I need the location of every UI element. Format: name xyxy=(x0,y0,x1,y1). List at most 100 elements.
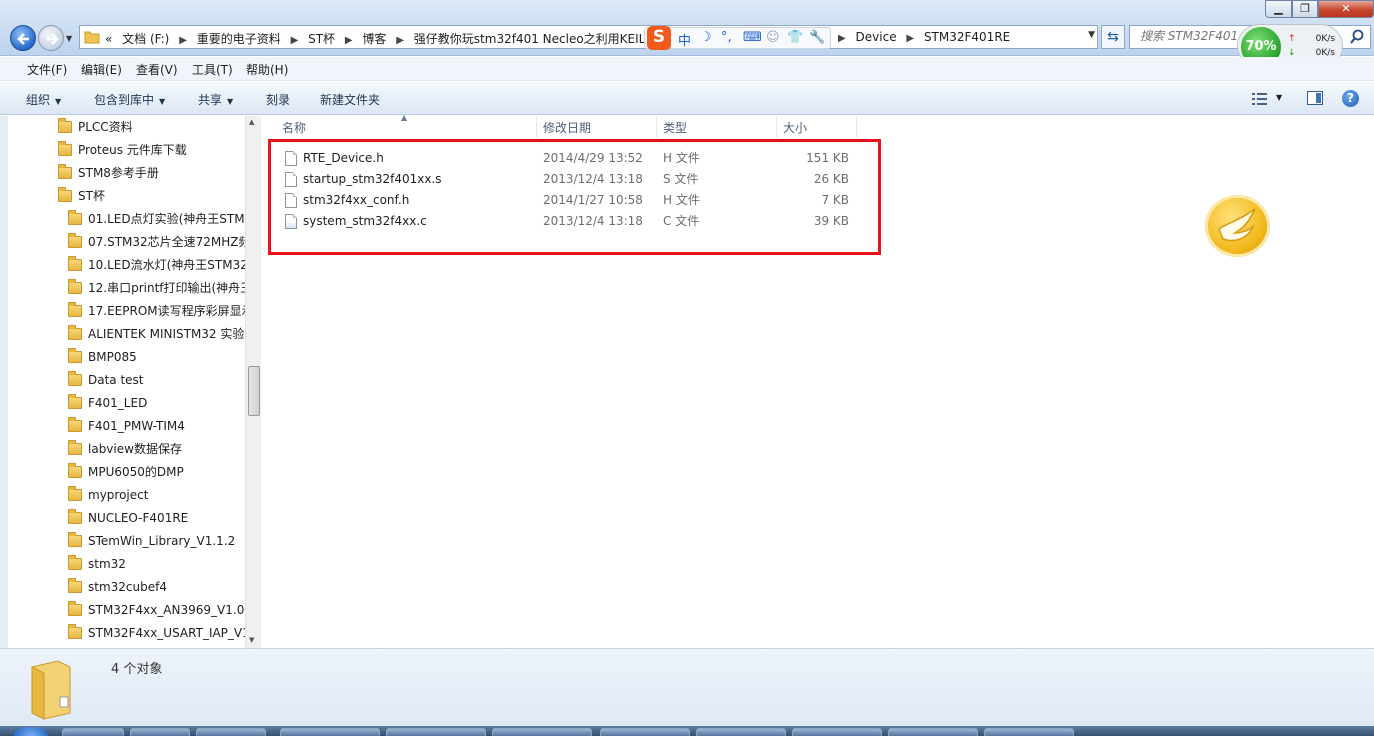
nav-tree-item[interactable]: Proteus 元件库下载 xyxy=(58,141,187,159)
sogou-logo-icon[interactable]: S xyxy=(647,26,671,50)
highlight-annotation xyxy=(268,139,881,255)
folder-icon xyxy=(68,302,82,317)
nav-tree-item[interactable]: PLCC资料 xyxy=(58,118,133,136)
taskbar-app-button[interactable] xyxy=(792,728,882,736)
nav-tree-item[interactable]: 10.LED流水灯(神舟王STM32 xyxy=(68,256,248,274)
taskbar-app-button[interactable] xyxy=(386,728,486,736)
ime-chinese-mode[interactable]: 中 xyxy=(678,30,691,49)
nav-tree-item[interactable]: F401_PMW-TIM4 xyxy=(68,417,185,435)
view-options-icon[interactable] xyxy=(1252,93,1268,105)
help-icon[interactable]: ? xyxy=(1342,90,1359,107)
nav-tree-item[interactable]: myproject xyxy=(68,486,148,504)
column-header-type[interactable]: 类型 xyxy=(657,116,777,138)
breadcrumb-separator-icon[interactable]: ▶ xyxy=(345,35,353,46)
breadcrumb-item[interactable]: 重要的电子资料 xyxy=(197,30,281,47)
ime-skin-icon[interactable]: 👕 xyxy=(787,30,803,45)
search-icon[interactable] xyxy=(1349,29,1365,45)
breadcrumb-item[interactable]: 文档 (F:) xyxy=(122,30,169,47)
burn-button[interactable]: 刻录 xyxy=(266,91,290,108)
breadcrumb-separator-icon[interactable]: ▶ xyxy=(838,33,846,44)
address-bar[interactable]: « 文档 (F:) ▶ 重要的电子资料 ▶ ST杯 ▶ 博客 ▶ 强仔教你玩st… xyxy=(79,25,1098,49)
nav-scrollbar-thumb[interactable] xyxy=(248,366,260,416)
refresh-button[interactable]: ⇆ xyxy=(1101,25,1125,49)
taskbar-app-button[interactable] xyxy=(984,728,1074,736)
scroll-down-icon[interactable]: ▼ xyxy=(249,636,254,644)
nav-tree-item[interactable]: STM8参考手册 xyxy=(58,164,159,182)
organize-button[interactable]: 组织 ▼ xyxy=(26,91,61,108)
taskbar-app-button[interactable] xyxy=(492,728,592,736)
nav-tree-item[interactable]: BMP085 xyxy=(68,348,137,366)
nav-tree-item-label: ST杯 xyxy=(78,189,105,203)
breadcrumb-separator-icon[interactable]: ▶ xyxy=(396,35,404,46)
breadcrumb-separator-icon[interactable]: ▶ xyxy=(179,35,187,46)
folder-icon xyxy=(68,555,82,570)
column-header-size[interactable]: 大小 xyxy=(777,116,857,138)
taskbar-app-button[interactable] xyxy=(196,728,266,736)
nav-tree-item-label: STM8参考手册 xyxy=(78,166,159,180)
menu-tools[interactable]: 工具(T) xyxy=(192,61,233,78)
breadcrumb-separator-icon[interactable]: ▶ xyxy=(291,35,299,46)
view-dropdown-icon[interactable]: ▼ xyxy=(1276,93,1282,102)
taskbar-app-button[interactable] xyxy=(280,728,380,736)
ime-tools-icon[interactable]: 🔧 xyxy=(809,30,825,45)
nav-scrollbar[interactable]: ▲ ▼ xyxy=(245,116,261,648)
share-button[interactable]: 共享 ▼ xyxy=(198,91,233,108)
nav-tree-item[interactable]: 01.LED点灯实验(神舟王STM3 xyxy=(68,210,252,228)
breadcrumb-item[interactable]: 强仔教你玩stm32f401 Necleo之利用KEIL 5帮 xyxy=(414,30,669,47)
menu-edit[interactable]: 编辑(E) xyxy=(81,61,122,78)
scroll-up-icon[interactable]: ▲ xyxy=(249,118,254,126)
menu-bar: 文件(F) 编辑(E) 查看(V) 工具(T) 帮助(H) xyxy=(0,57,1374,81)
forward-button[interactable] xyxy=(38,25,64,51)
ime-halfwidth-icon[interactable]: ☽ xyxy=(700,30,712,45)
nav-tree-item[interactable]: STM32F4xx_AN3969_V1.0.0 xyxy=(68,601,256,619)
breadcrumb-overflow[interactable]: « xyxy=(105,32,112,46)
nav-tree-item[interactable]: STM32F4xx_USART_IAP_V1. xyxy=(68,624,254,642)
taskbar-app-button[interactable] xyxy=(888,728,978,736)
ime-punctuation-icon[interactable]: °, xyxy=(721,30,732,45)
taskbar-app-button[interactable] xyxy=(130,728,190,736)
nav-tree-item[interactable]: Data test xyxy=(68,371,144,389)
nav-tree-item[interactable]: F401_LED xyxy=(68,394,147,412)
start-button[interactable] xyxy=(14,727,48,736)
breadcrumb-item[interactable]: STM32F401RE xyxy=(924,30,1010,44)
folder-icon xyxy=(68,371,82,386)
menu-help[interactable]: 帮助(H) xyxy=(246,61,288,78)
nav-tree-item[interactable]: ST杯 xyxy=(58,187,105,205)
maximize-button[interactable]: ❐ xyxy=(1292,0,1318,18)
nav-tree-item[interactable]: stm32cubef4 xyxy=(68,578,167,596)
breadcrumb-separator-icon[interactable]: ▶ xyxy=(906,33,914,44)
breadcrumb-item[interactable]: ST杯 xyxy=(308,30,335,47)
nav-tree-item[interactable]: MPU6050的DMP xyxy=(68,463,184,481)
close-button[interactable]: ✕ xyxy=(1318,0,1374,18)
column-header-name[interactable]: 名称 xyxy=(276,116,537,138)
nav-tree-item[interactable]: NUCLEO-F401RE xyxy=(68,509,188,527)
ime-user-icon[interactable]: ☺ xyxy=(766,30,780,45)
nav-tree-item[interactable]: 07.STM32芯片全速72MHZ频 xyxy=(68,233,251,251)
forward-arrow-icon xyxy=(47,33,59,45)
back-button[interactable] xyxy=(10,25,36,51)
menu-file[interactable]: 文件(F) xyxy=(27,61,67,78)
search-input[interactable] xyxy=(1140,29,1250,43)
preview-pane-icon[interactable] xyxy=(1307,91,1323,105)
nav-tree-item[interactable]: stm32 xyxy=(68,555,126,573)
breadcrumb-item[interactable]: 博客 xyxy=(362,30,386,47)
nav-tree-item[interactable]: 17.EEPROM读写程序彩屏显示 xyxy=(68,302,254,320)
menu-view[interactable]: 查看(V) xyxy=(136,61,178,78)
include-in-library-button[interactable]: 包含到库中 ▼ xyxy=(94,91,165,108)
nav-tree-item[interactable]: 12.串口printf打印输出(神舟王 xyxy=(68,279,252,297)
taskbar-app-button[interactable] xyxy=(62,728,124,736)
breadcrumb-item[interactable]: Device xyxy=(856,30,897,44)
nav-tree-item[interactable]: STemWin_Library_V1.1.2 xyxy=(68,532,235,550)
nav-tree-item[interactable]: ALIENTEK MINISTM32 实验 xyxy=(68,325,244,343)
nav-tree-item[interactable]: labview数据保存 xyxy=(68,440,182,458)
recent-pages-dropdown-icon[interactable]: ▼ xyxy=(66,34,72,43)
taskbar-app-button[interactable] xyxy=(696,728,786,736)
folder-icon xyxy=(58,187,72,202)
ime-keyboard-icon[interactable]: ⌨ xyxy=(743,30,762,45)
taskbar-app-button[interactable] xyxy=(600,728,690,736)
address-history-dropdown-icon[interactable]: ▼ xyxy=(1088,30,1095,40)
column-header-date[interactable]: 修改日期 xyxy=(537,116,657,138)
nav-tree-item-label: stm32cubef4 xyxy=(88,580,167,594)
new-folder-button[interactable]: 新建文件夹 xyxy=(320,91,380,108)
minimize-button[interactable]: ▁ xyxy=(1265,0,1292,18)
